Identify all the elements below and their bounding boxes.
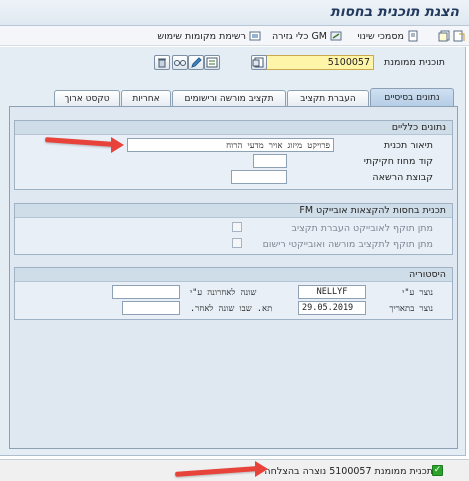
status-annotation-arrow [175,460,270,478]
display-icon [206,57,218,68]
funding-code-label: קוד מחוז חקיקתי [363,156,433,167]
delete-button[interactable] [154,55,170,70]
tab-authorized-budget[interactable]: תקציב מורשה ורישומים [172,90,286,106]
created-by-label: נוצר ע"י [402,288,433,298]
arrow-shaft [44,137,116,147]
changed-by-label: שונה לאחרונה ע"י [190,288,257,298]
funding-code-field[interactable] [253,154,287,168]
match-code-button[interactable] [251,55,267,70]
display-button[interactable] [204,55,220,70]
tab-responsibility[interactable]: אחריות [121,90,171,106]
glasses-button[interactable] [172,55,188,70]
changed-on-label: תא. שבו שונה לאחר. [190,304,273,314]
description-field[interactable]: פרויקט מיזוג אויר מדעי הרוח [127,138,334,152]
transfer-object-checkbox[interactable] [232,222,242,232]
usage-docs-label: מסמכי שינוי [357,30,404,42]
fm-assignment-title: תכנית בחסות להקצאות אובייקט FM [299,205,446,216]
pencil-icon [191,57,202,68]
posting-object-label: מתן תוקף לתקציב מורשה ואובייקטי רישום [262,239,433,250]
auth-group-label: קבוצת הרשאה [372,172,433,183]
group-header: נתונים כלליים [15,121,452,135]
copy-icon[interactable] [438,30,450,42]
gm-derivation-tools-button[interactable]: GM כלי גזירה [272,29,342,43]
budget-input[interactable]: 5100057 [265,55,374,70]
arrow-shaft [175,466,260,477]
description-label: תיאור תכנית [383,140,433,151]
glasses-icon [174,60,186,66]
toolbar-icons-right [438,29,465,43]
budget-label: תוכנית ממומנת [383,57,445,68]
gm-derivation-tools-label: GM כלי גזירה [271,30,327,42]
toolbar: מסמכי שינוי GM כלי גזירה רשימת מקומות שי… [0,26,469,46]
arrow-head [255,461,268,477]
page-title: הצגת תוכנית בחסות [330,4,459,20]
changed-on-field[interactable] [122,301,180,315]
where-used-list-label: רשימת מקומות שימוש [157,30,246,42]
display-change-icon[interactable] [453,30,465,42]
tab-budget-transfer[interactable]: העברת תקציב [287,90,369,106]
created-on-field[interactable]: 29.05.2019 [298,301,366,315]
posting-object-checkbox[interactable] [232,238,242,248]
document-icon [407,30,419,42]
group-header: היסטוריה [15,268,452,282]
list-icon [249,30,261,42]
tab-basic-data[interactable]: נתונים בסיסיים [370,88,454,106]
status-message[interactable]: תכנית ממומנת 5100057 נוצרה בהצלחה [264,466,433,477]
arrow-head [111,137,124,153]
general-data-title: נתונים כלליים [391,122,446,133]
title-bar: הצגת תוכנית בחסות [0,0,469,26]
changed-by-field[interactable] [112,285,180,299]
created-on-label: נוצר בתאריך [389,304,433,314]
usage-docs-button[interactable]: מסמכי שינוי [357,29,419,43]
auth-group-field[interactable] [231,170,287,184]
success-check-icon: ✓ [432,465,443,476]
group-header: תכנית בחסות להקצאות אובייקט FM [15,204,452,218]
tab-long-text[interactable]: טקסט ארוך [54,90,120,106]
edit-button[interactable] [188,55,204,70]
history-title: היסטוריה [409,269,446,280]
trash-icon [158,58,166,68]
transfer-object-label: מתן תוקף לאובייקט העברת תקציב [291,223,433,234]
created-by-field[interactable]: NELLYF [298,285,366,299]
tools-icon [330,30,342,42]
where-used-list-button[interactable]: רשימת מקומות שימוש [157,29,261,43]
annotation-arrow [44,137,125,154]
